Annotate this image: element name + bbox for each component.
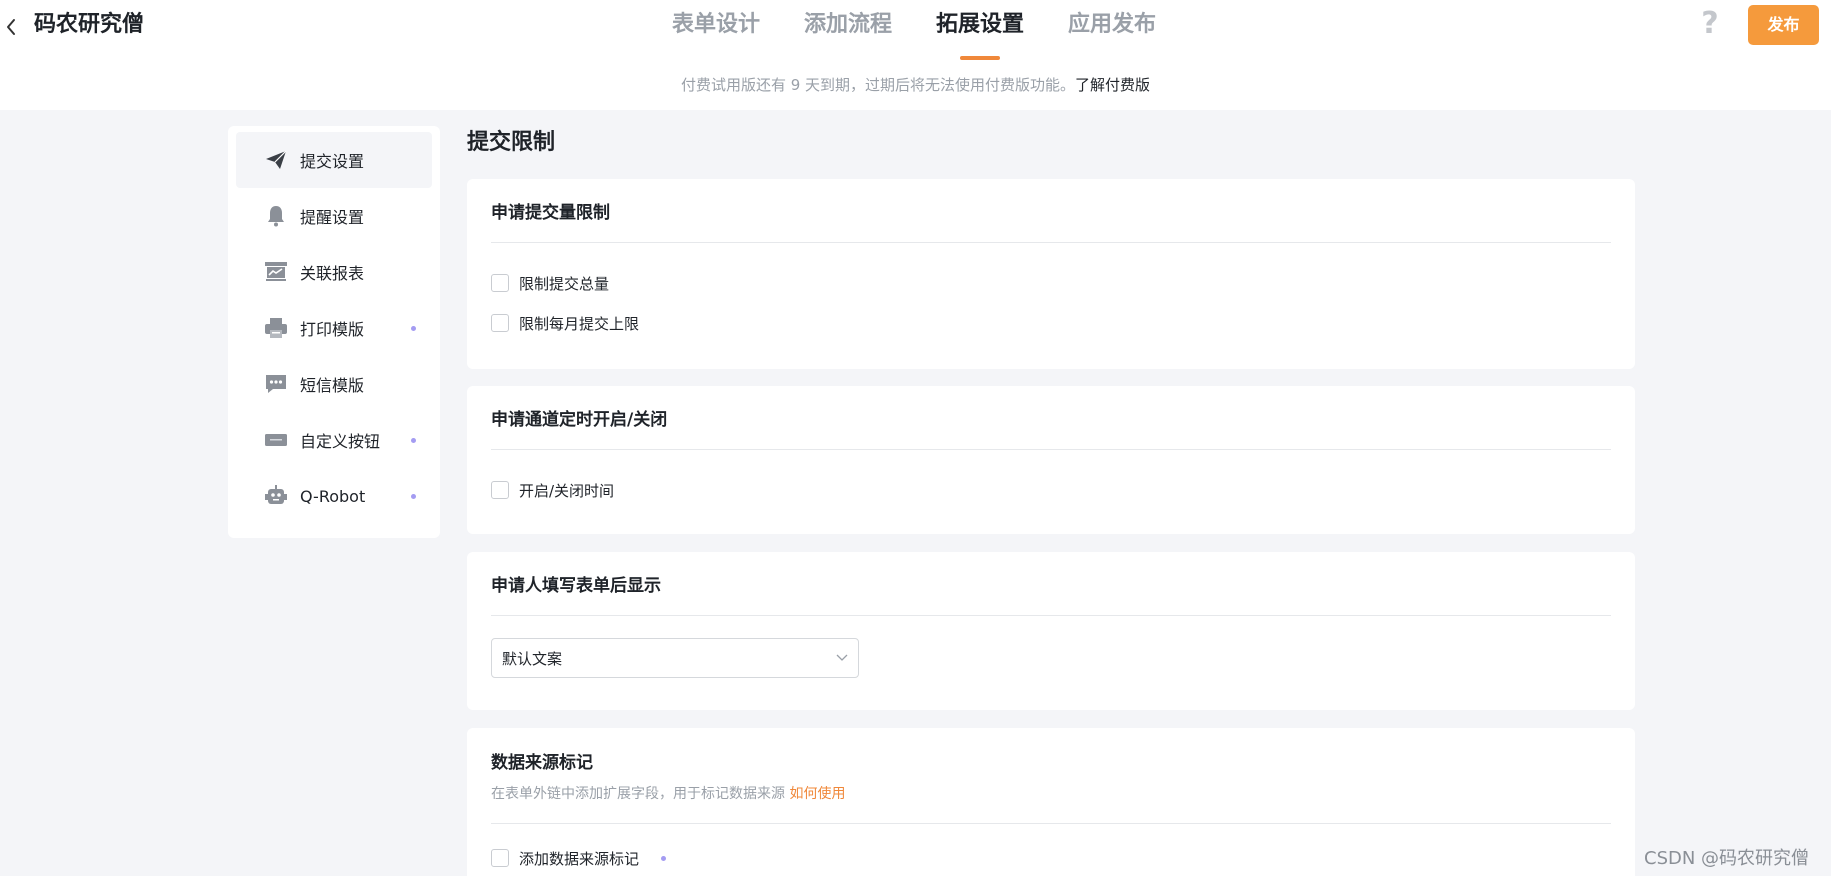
sidebar-item-reminder-settings[interactable]: 提醒设置	[236, 188, 432, 244]
chevron-down-icon	[836, 654, 848, 662]
watermark: CSDN @码农研究僧	[1644, 848, 1810, 869]
button-icon	[264, 428, 288, 452]
card-title: 数据来源标记	[491, 753, 593, 773]
report-icon	[264, 260, 288, 284]
limit-total-checkbox[interactable]: 限制提交总量	[491, 263, 1611, 303]
limit-monthly-checkbox[interactable]: 限制每月提交上限	[491, 303, 1611, 343]
help-icon[interactable]: ?	[1698, 6, 1722, 42]
after-submit-display-card: 申请人填写表单后显示 默认文案	[467, 552, 1635, 710]
card-header: 申请提交量限制	[491, 179, 1611, 243]
checkbox-label: 限制每月提交上限	[519, 314, 640, 333]
top-bar: 码农研究僧 表单设计 添加流程 拓展设置 应用发布 ? 发布	[0, 0, 1831, 60]
sidebar-item-label: 提醒设置	[300, 208, 365, 227]
sidebar-item-submit-settings[interactable]: 提交设置	[236, 132, 432, 188]
send-icon	[264, 148, 288, 172]
option-list: 限制提交总量 限制每月提交上限	[491, 243, 1611, 343]
printer-icon	[264, 316, 288, 340]
sidebar-item-label: 打印模版	[300, 320, 365, 339]
sidebar-item-label: 自定义按钮	[300, 432, 381, 451]
card-title: 申请提交量限制	[491, 203, 610, 223]
card-header: 申请人填写表单后显示	[491, 552, 1611, 616]
option-list: 添加数据来源标记	[491, 824, 1611, 876]
app-title: 码农研究僧	[34, 12, 145, 37]
settings-sidebar: 提交设置 提醒设置 关联报表 打印模版 短信模版 自定义按钮 Q-Robot	[228, 126, 440, 538]
card-title: 申请人填写表单后显示	[491, 576, 661, 596]
open-close-time-checkbox[interactable]: 开启/关闭时间	[491, 470, 1611, 510]
page-title: 提交限制	[467, 130, 556, 155]
sidebar-item-linked-report[interactable]: 关联报表	[236, 244, 432, 300]
how-to-use-link[interactable]: 如何使用	[789, 786, 845, 802]
submit-quota-card: 申请提交量限制 限制提交总量 限制每月提交上限	[467, 179, 1635, 369]
tab-form-design[interactable]: 表单设计	[650, 0, 782, 60]
add-source-mark-checkbox[interactable]: 添加数据来源标记	[491, 838, 1611, 876]
learn-paid-link[interactable]: 了解付费版	[1075, 76, 1150, 94]
checkbox-box[interactable]	[491, 274, 509, 292]
feature-dot	[411, 326, 416, 331]
sidebar-item-label: 关联报表	[300, 264, 365, 283]
bell-icon	[264, 204, 288, 228]
tab-app-publish[interactable]: 应用发布	[1046, 0, 1178, 60]
option-list: 开启/关闭时间	[491, 450, 1611, 510]
select-value: 默认文案	[502, 649, 563, 668]
checkbox-label: 添加数据来源标记	[519, 849, 640, 868]
message-icon	[264, 372, 288, 396]
sidebar-item-print-template[interactable]: 打印模版	[236, 300, 432, 356]
channel-schedule-card: 申请通道定时开启/关闭 开启/关闭时间	[467, 386, 1635, 534]
card-header: 数据来源标记 在表单外链中添加扩展字段，用于标记数据来源 如何使用	[491, 728, 1611, 824]
sidebar-item-label: 短信模版	[300, 376, 365, 395]
description-text: 在表单外链中添加扩展字段，用于标记数据来源	[491, 786, 785, 802]
checkbox-box[interactable]	[491, 849, 509, 867]
feature-dot	[411, 438, 416, 443]
robot-icon	[264, 484, 288, 508]
step-tabs: 表单设计 添加流程 拓展设置 应用发布	[650, 0, 1178, 60]
checkbox-box[interactable]	[491, 481, 509, 499]
tab-add-workflow[interactable]: 添加流程	[782, 0, 914, 60]
display-text-select[interactable]: 默认文案	[491, 638, 859, 678]
checkbox-box[interactable]	[491, 314, 509, 332]
sidebar-item-sms-template[interactable]: 短信模版	[236, 356, 432, 412]
back-arrow-icon[interactable]	[4, 12, 26, 40]
trial-notice-bar: 付费试用版还有 9 天到期，过期后将无法使用付费版功能。了解付费版	[0, 60, 1831, 110]
feature-dot	[411, 494, 416, 499]
checkbox-label: 限制提交总量	[519, 274, 610, 293]
sidebar-item-q-robot[interactable]: Q-Robot	[236, 468, 432, 524]
data-source-mark-card: 数据来源标记 在表单外链中添加扩展字段，用于标记数据来源 如何使用 添加数据来源…	[467, 728, 1635, 876]
checkbox-label: 开启/关闭时间	[519, 481, 615, 500]
card-header: 申请通道定时开启/关闭	[491, 386, 1611, 450]
card-title: 申请通道定时开启/关闭	[491, 410, 668, 430]
sidebar-item-label: Q-Robot	[300, 486, 366, 506]
sidebar-item-custom-button[interactable]: 自定义按钮	[236, 412, 432, 468]
feature-dot	[661, 855, 667, 861]
publish-button[interactable]: 发布	[1748, 5, 1819, 45]
sidebar-item-label: 提交设置	[300, 152, 365, 171]
trial-notice-text: 付费试用版还有 9 天到期，过期后将无法使用付费版功能。	[680, 76, 1076, 94]
tab-extension-settings[interactable]: 拓展设置	[914, 0, 1046, 60]
card-description: 在表单外链中添加扩展字段，用于标记数据来源 如何使用	[491, 783, 845, 803]
